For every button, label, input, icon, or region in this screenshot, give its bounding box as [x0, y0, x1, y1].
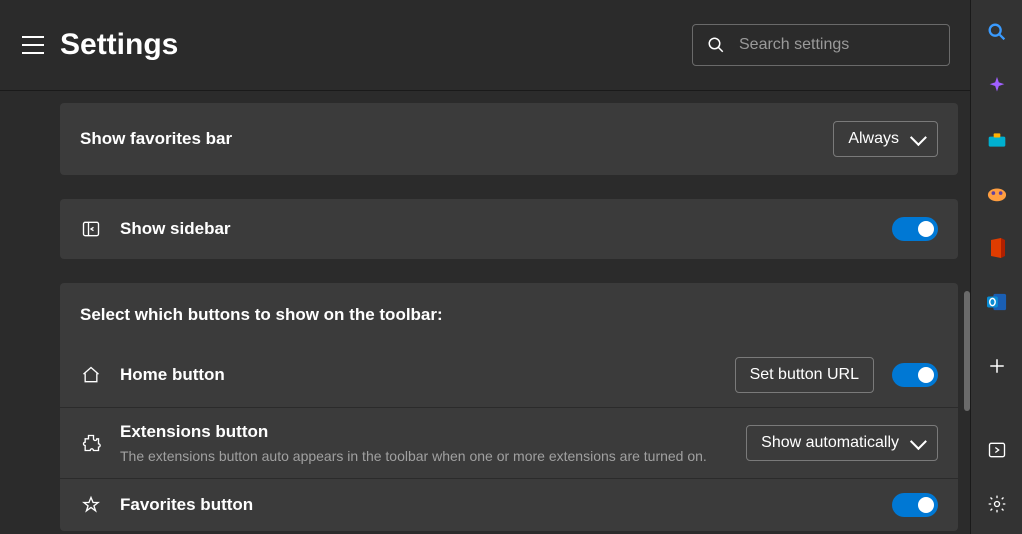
favorites-button-label: Favorites button — [120, 495, 874, 515]
side-collapse-icon[interactable] — [985, 438, 1009, 462]
chevron-down-icon — [910, 433, 927, 450]
sidebar-icon — [80, 218, 102, 240]
side-add-icon[interactable] — [985, 354, 1009, 378]
card-favorites-bar: Show favorites bar Always — [60, 103, 958, 175]
scrollbar[interactable] — [964, 291, 970, 411]
set-button-url[interactable]: Set button URL — [735, 357, 874, 393]
sidebar-toggle[interactable] — [892, 217, 938, 241]
page-title: Settings — [60, 28, 676, 62]
settings-header: Settings — [0, 0, 970, 91]
favorites-icon — [80, 494, 102, 516]
side-outlook-icon[interactable] — [985, 290, 1009, 314]
extensions-dropdown[interactable]: Show automatically — [746, 425, 938, 461]
side-search-icon[interactable] — [985, 20, 1009, 44]
home-label: Home button — [120, 365, 717, 385]
dropdown-value: Show automatically — [761, 434, 899, 452]
card-toolbar-buttons: Select which buttons to show on the tool… — [60, 283, 958, 531]
search-input[interactable] — [739, 36, 946, 54]
row-home-button: Home button Set button URL — [60, 343, 958, 408]
row-favorites-bar: Show favorites bar Always — [60, 103, 958, 175]
home-icon — [80, 364, 102, 386]
home-toggle[interactable] — [892, 363, 938, 387]
side-copilot-icon[interactable] — [985, 74, 1009, 98]
favorites-bar-label: Show favorites bar — [80, 129, 815, 149]
row-extensions-button: Extensions button The extensions button … — [60, 408, 958, 479]
row-sidebar: Show sidebar — [60, 199, 958, 259]
card-sidebar: Show sidebar — [60, 199, 958, 259]
side-tools-icon[interactable] — [985, 128, 1009, 152]
search-box[interactable] — [692, 24, 950, 66]
edge-sidebar — [970, 0, 1022, 534]
dropdown-value: Always — [848, 130, 899, 148]
toolbar-section-header: Select which buttons to show on the tool… — [60, 283, 958, 343]
extensions-label: Extensions button — [120, 422, 728, 442]
favorites-toggle[interactable] — [892, 493, 938, 517]
main-area: Settings Show favorites bar Always — [0, 0, 970, 534]
side-settings-icon[interactable] — [985, 492, 1009, 516]
chevron-down-icon — [910, 129, 927, 146]
search-icon — [707, 36, 725, 54]
favorites-bar-dropdown[interactable]: Always — [833, 121, 938, 157]
settings-content: Show favorites bar Always Sho — [0, 91, 970, 534]
row-favorites-button: Favorites button — [60, 479, 958, 531]
side-office-icon[interactable] — [985, 236, 1009, 260]
extensions-icon — [80, 432, 102, 454]
extensions-desc: The extensions button auto appears in th… — [120, 448, 728, 464]
side-games-icon[interactable] — [985, 182, 1009, 206]
menu-icon[interactable] — [22, 36, 44, 54]
sidebar-label: Show sidebar — [120, 219, 874, 239]
